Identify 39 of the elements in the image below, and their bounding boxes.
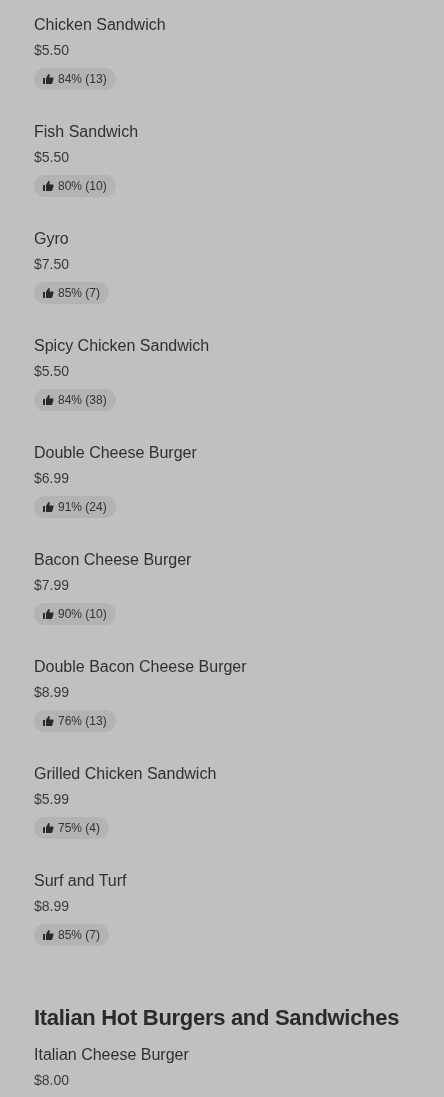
item-price: $8.99 — [34, 683, 71, 702]
item-name: Surf and Turf — [34, 871, 128, 891]
rating-badge: 76% (13) — [34, 710, 116, 732]
item-name: Double Cheese Burger — [34, 443, 198, 463]
thumbs-up-icon — [42, 73, 54, 85]
thumbs-up-icon — [42, 501, 54, 513]
item-price: $7.50 — [34, 255, 71, 274]
thumbs-up-icon — [42, 287, 54, 299]
item-price: $5.50 — [34, 148, 71, 167]
rating-badge: 80% (10) — [34, 175, 116, 197]
thumbs-up-icon — [42, 608, 54, 620]
thumbs-up-icon — [42, 929, 54, 941]
item-name: Grilled Chicken Sandwich — [34, 764, 218, 784]
item-price: $8.00 — [34, 1071, 71, 1090]
item-price: $5.50 — [34, 362, 71, 381]
item-price: $6.99 — [34, 469, 71, 488]
item-name: Spicy Chicken Sandwich — [34, 336, 211, 356]
rating-badge: 75% (4) — [34, 817, 110, 839]
item-name: Chicken Sandwich — [34, 15, 167, 35]
thumbs-up-icon — [42, 180, 54, 192]
rating-badge: 90% (10) — [34, 603, 116, 625]
item-price: $7.99 — [34, 576, 71, 595]
rating-badge: 84% (38) — [34, 389, 116, 411]
thumbs-up-icon — [42, 394, 54, 406]
item-name: Fish Sandwich — [34, 122, 140, 142]
rating-badge: 85% (7) — [34, 282, 110, 304]
item-name: Italian Cheese Burger — [34, 1045, 190, 1065]
rating-badge: 85% (7) — [34, 924, 110, 946]
thumbs-up-icon — [42, 715, 54, 727]
item-price: $8.99 — [34, 897, 71, 916]
item-name: Bacon Cheese Burger — [34, 550, 193, 570]
item-name: Double Bacon Cheese Burger — [34, 657, 248, 677]
section-heading: Italian Hot Burgers and Sandwiches — [34, 1004, 401, 1032]
rating-badge: 91% (24) — [34, 496, 116, 518]
item-name: Gyro — [34, 229, 70, 249]
item-price: $5.50 — [34, 41, 71, 60]
item-price: $5.99 — [34, 790, 71, 809]
rating-badge: 84% (13) — [34, 68, 116, 90]
thumbs-up-icon — [42, 822, 54, 834]
